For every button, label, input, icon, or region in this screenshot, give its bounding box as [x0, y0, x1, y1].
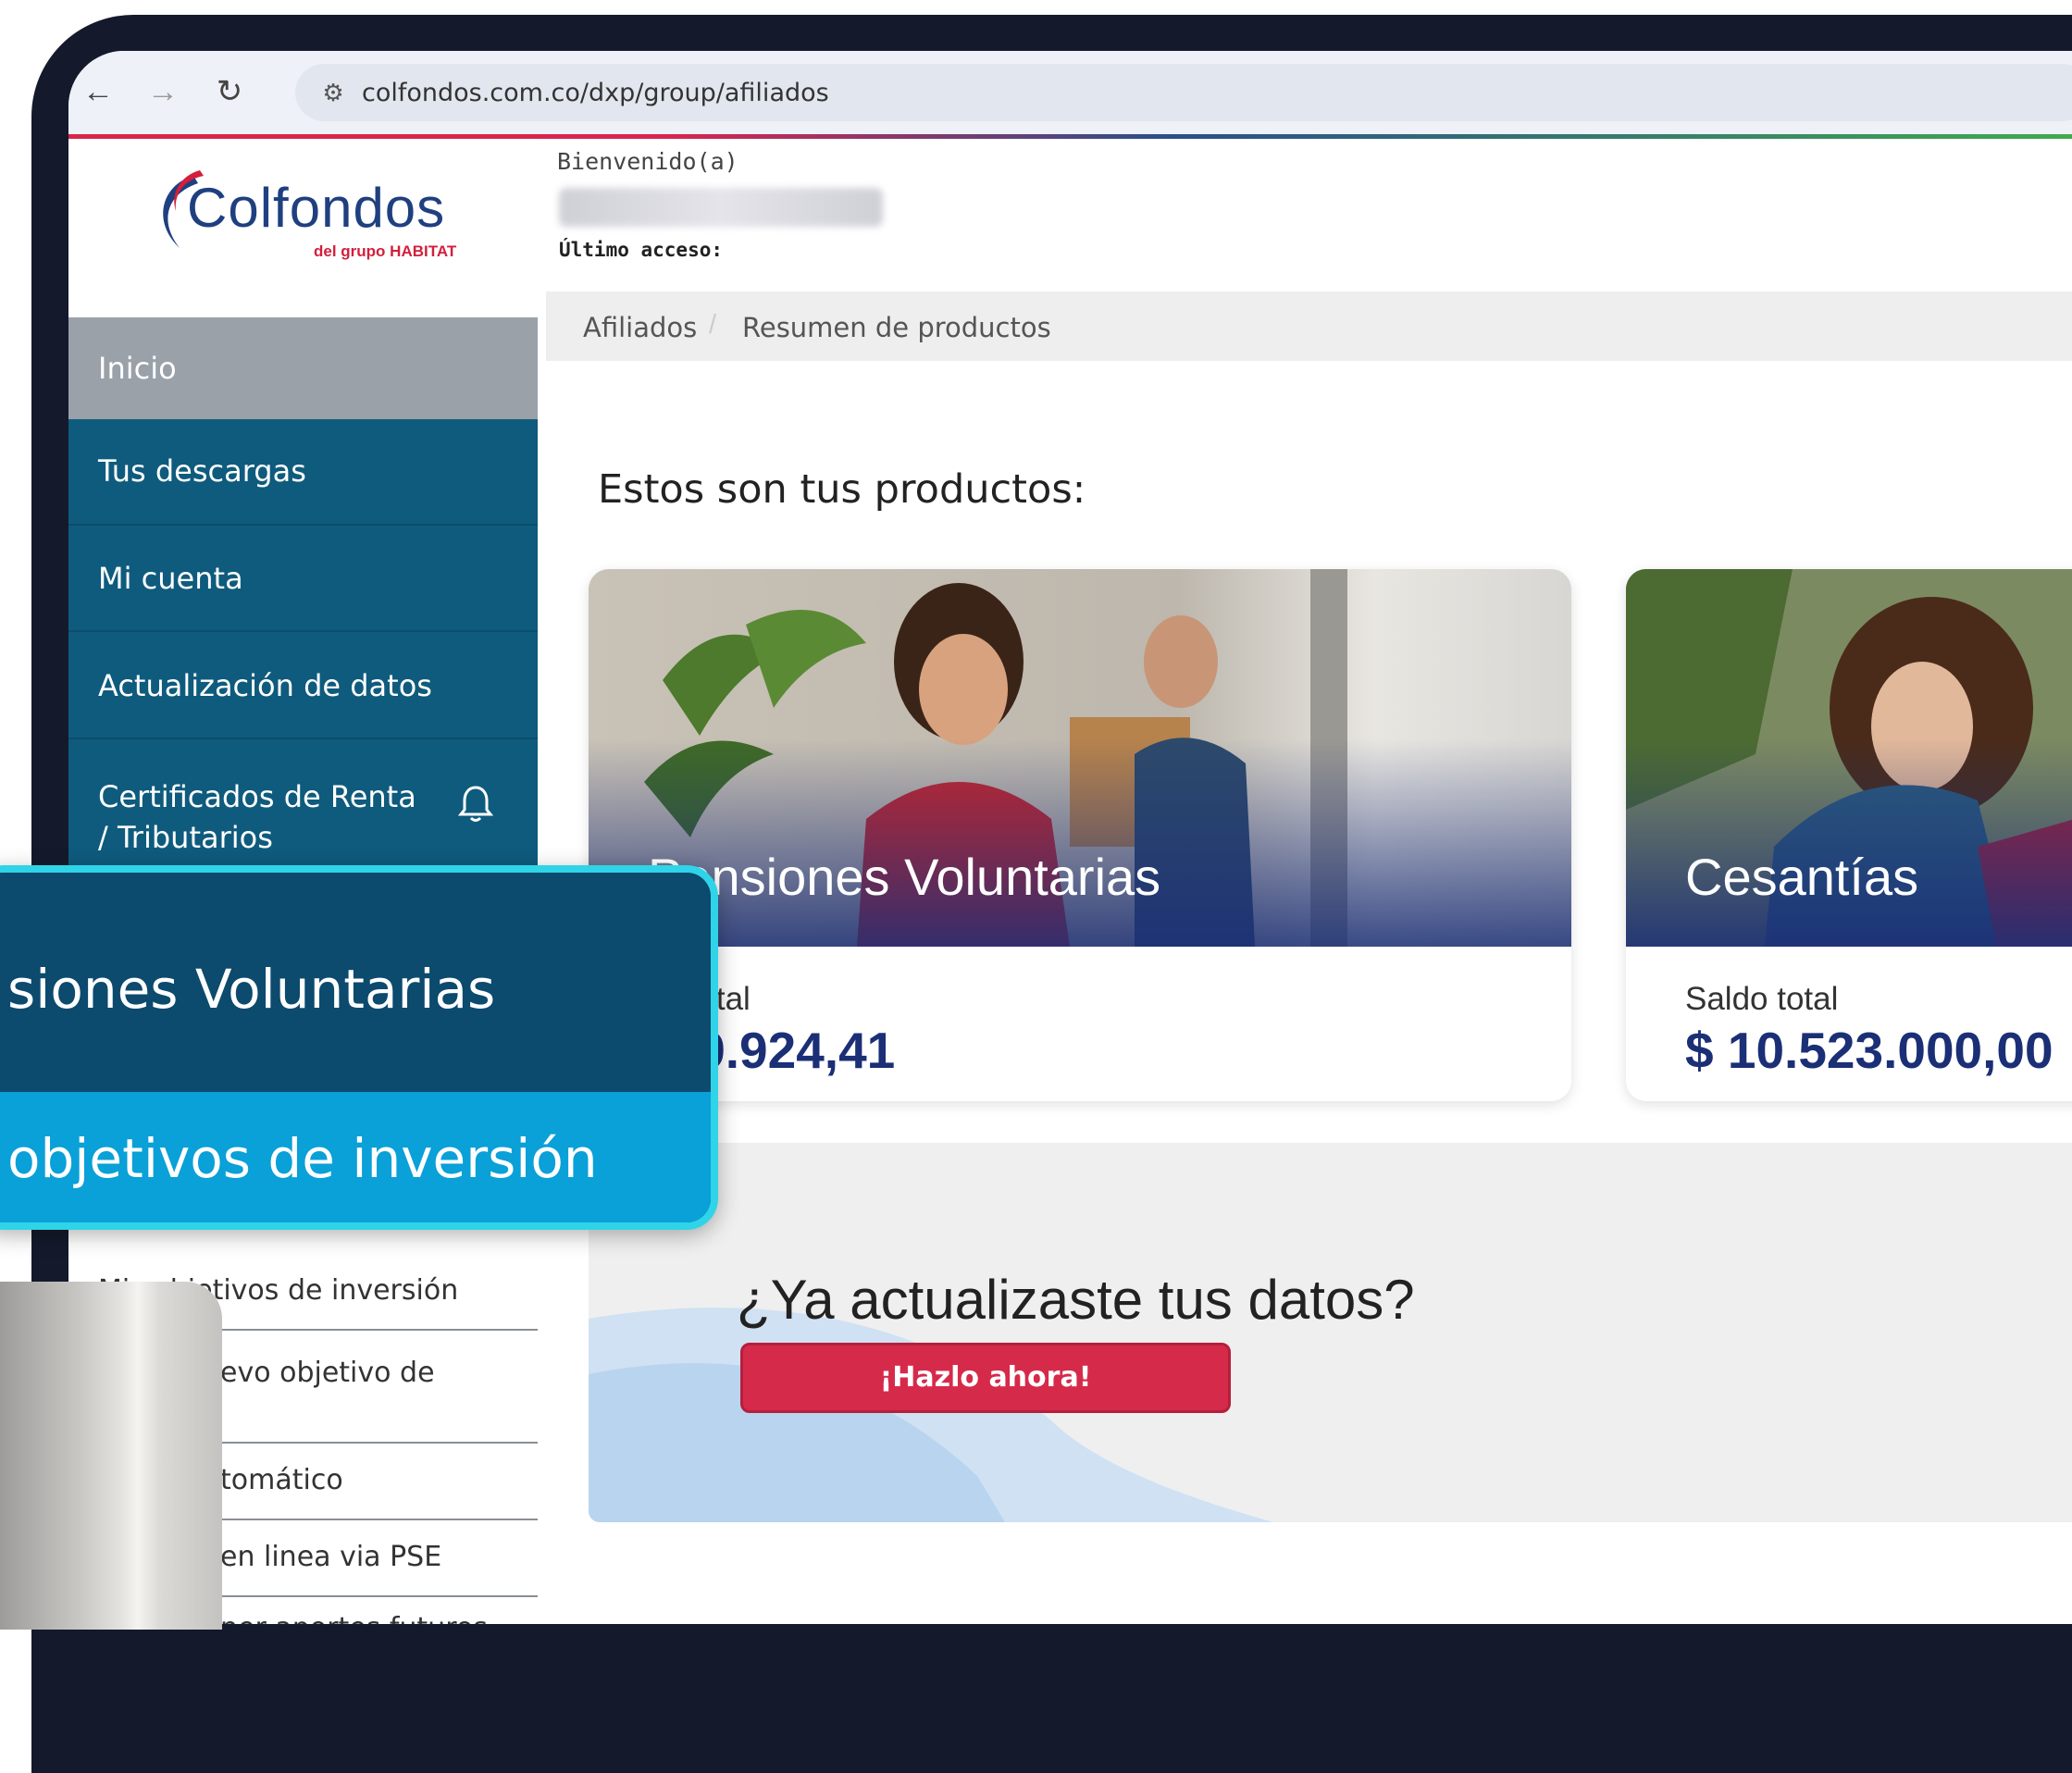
welcome-text: Bienvenido(a) — [557, 148, 738, 175]
callout-pensiones-label: siones Voluntarias — [7, 958, 496, 1021]
card-title: Pensiones Voluntarias — [648, 848, 1161, 906]
address-bar[interactable]: ⚙ colfondos.com.co/dxp/group/afiliados — [295, 64, 2072, 121]
site-settings-icon[interactable]: ⚙ — [316, 75, 351, 110]
sidebar-item-label: Tus descargas — [98, 453, 306, 489]
breadcrumb-resumen: Resumen de productos — [742, 312, 1051, 343]
sidebar-subitem-label: evo objetivo de — [220, 1357, 435, 1389]
colfondos-logo[interactable]: Colfondos del grupo HABITAT — [143, 167, 476, 268]
callout-objetivos-label: objetivos de inversión — [7, 1127, 598, 1190]
callout-objetivos[interactable]: objetivos de inversión — [0, 1092, 711, 1222]
zoom-callout: siones Voluntarias objetivos de inversió… — [0, 865, 718, 1230]
reload-icon[interactable]: ↻ — [209, 71, 250, 112]
sidebar-item-mi-cuenta[interactable]: Mi cuenta — [68, 524, 538, 630]
card-title: Cesantías — [1685, 848, 1919, 906]
sidebar-subitem-label: tomático — [220, 1464, 343, 1496]
breadcrumb-afiliados[interactable]: Afiliados — [583, 312, 697, 343]
product-card-pensiones[interactable]: Pensiones Voluntarias do total 509.924,4… — [589, 569, 1571, 1101]
back-arrow-icon[interactable]: ← — [78, 71, 118, 112]
breadcrumb: Afiliados / Resumen de productos — [546, 291, 2072, 361]
browser-toolbar: ← → ↻ ⚙ colfondos.com.co/dxp/group/afili… — [68, 51, 2072, 140]
saldo-label: Saldo total — [1685, 981, 1839, 1017]
page-title: Estos son tus productos: — [598, 466, 1086, 513]
last-access-label: Último acceso: — [559, 239, 724, 261]
sidebar-item-inicio[interactable]: Inicio — [68, 317, 538, 419]
banner-wave-decoration — [589, 1308, 1273, 1522]
sidebar-subitem-label: en linea via PSE — [220, 1541, 442, 1573]
url-text: colfondos.com.co/dxp/group/afiliados — [362, 79, 829, 107]
product-card-cesantias[interactable]: Cesantías Saldo total $ 10.523.000,00 — [1626, 569, 2072, 1101]
device-frame-bottom — [0, 1624, 2072, 1630]
sidebar-item-label: Inicio — [98, 351, 177, 386]
sidebar-item-actualizacion[interactable]: Actualización de datos — [68, 630, 538, 738]
product-image-pensiones: Pensiones Voluntarias — [589, 569, 1571, 947]
decorative-photo-overlay — [0, 1282, 222, 1630]
logo-wordmark: Colfondos — [187, 177, 446, 239]
forward-arrow-icon[interactable]: → — [143, 71, 183, 112]
browser-screen: ← → ↻ ⚙ colfondos.com.co/dxp/group/afili… — [68, 51, 2072, 1630]
banner-question: ¿Ya actualizaste tus datos? — [737, 1269, 1415, 1331]
user-name-blurred — [559, 188, 883, 227]
bell-icon[interactable] — [457, 784, 494, 825]
sidebar-item-descargas[interactable]: Tus descargas — [68, 419, 538, 524]
breadcrumb-separator: / — [709, 310, 717, 340]
callout-pensiones[interactable]: siones Voluntarias — [0, 873, 711, 1092]
product-image-cesantias: Cesantías — [1626, 569, 2072, 947]
saldo-value: $ 10.523.000,00 — [1685, 1022, 2053, 1079]
update-data-banner: ¿Ya actualizaste tus datos? ¡Hazlo ahora… — [589, 1143, 2072, 1522]
hazlo-ahora-button[interactable]: ¡Hazlo ahora! — [740, 1343, 1231, 1413]
logo-subtext: del grupo HABITAT — [314, 242, 457, 260]
sidebar-item-label: Mi cuenta — [98, 561, 243, 596]
sidebar-item-label: Actualización de datos — [98, 668, 432, 703]
